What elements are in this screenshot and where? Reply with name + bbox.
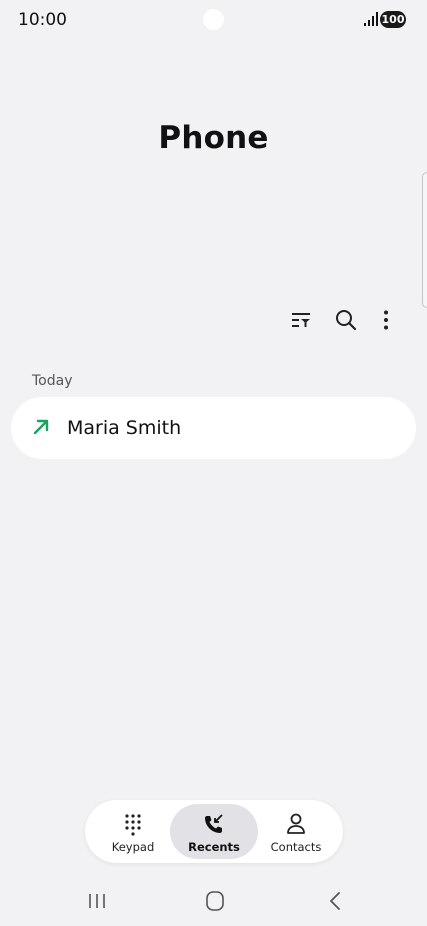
tab-contacts-label: Contacts: [270, 840, 322, 854]
recents-icon: [205, 814, 223, 833]
phone-screen: 10:00 100 Phone Today Maria Smith Keypad…: [0, 0, 427, 926]
back-icon: [330, 892, 340, 910]
page-title: Phone: [158, 120, 269, 156]
tab-keypad[interactable]: Keypad: [92, 804, 174, 859]
recent-apps-button[interactable]: [82, 886, 112, 916]
contacts-icon: [287, 813, 305, 834]
filter-icon: [292, 313, 310, 327]
keypad-icon: [125, 814, 141, 836]
outgoing-call-arrow-icon: [33, 419, 49, 435]
tab-keypad-label: Keypad: [111, 840, 155, 854]
edge-panel-handle[interactable]: [422, 172, 427, 308]
camera-cutout: [203, 9, 224, 30]
section-header-today: Today: [32, 373, 73, 389]
bottom-navigation: Keypad Recents Contacts: [85, 800, 343, 863]
tab-recents[interactable]: Recents: [170, 804, 258, 859]
recent-apps-icon: [89, 894, 105, 908]
filter-button[interactable]: [287, 306, 315, 334]
caller-name: Maria Smith: [67, 417, 182, 439]
battery-icon: 100: [380, 11, 406, 28]
call-log-item[interactable]: Maria Smith: [11, 397, 416, 459]
search-button[interactable]: [332, 306, 360, 334]
signal-icon: [364, 12, 378, 26]
tab-contacts[interactable]: Contacts: [255, 804, 337, 859]
back-button[interactable]: [320, 886, 350, 916]
tab-recents-label: Recents: [188, 840, 240, 854]
home-button[interactable]: [200, 886, 230, 916]
search-icon: [336, 310, 357, 331]
status-time: 10:00: [18, 10, 67, 30]
more-options-icon: [384, 310, 388, 330]
home-icon: [206, 891, 224, 911]
more-options-button[interactable]: [372, 306, 400, 334]
